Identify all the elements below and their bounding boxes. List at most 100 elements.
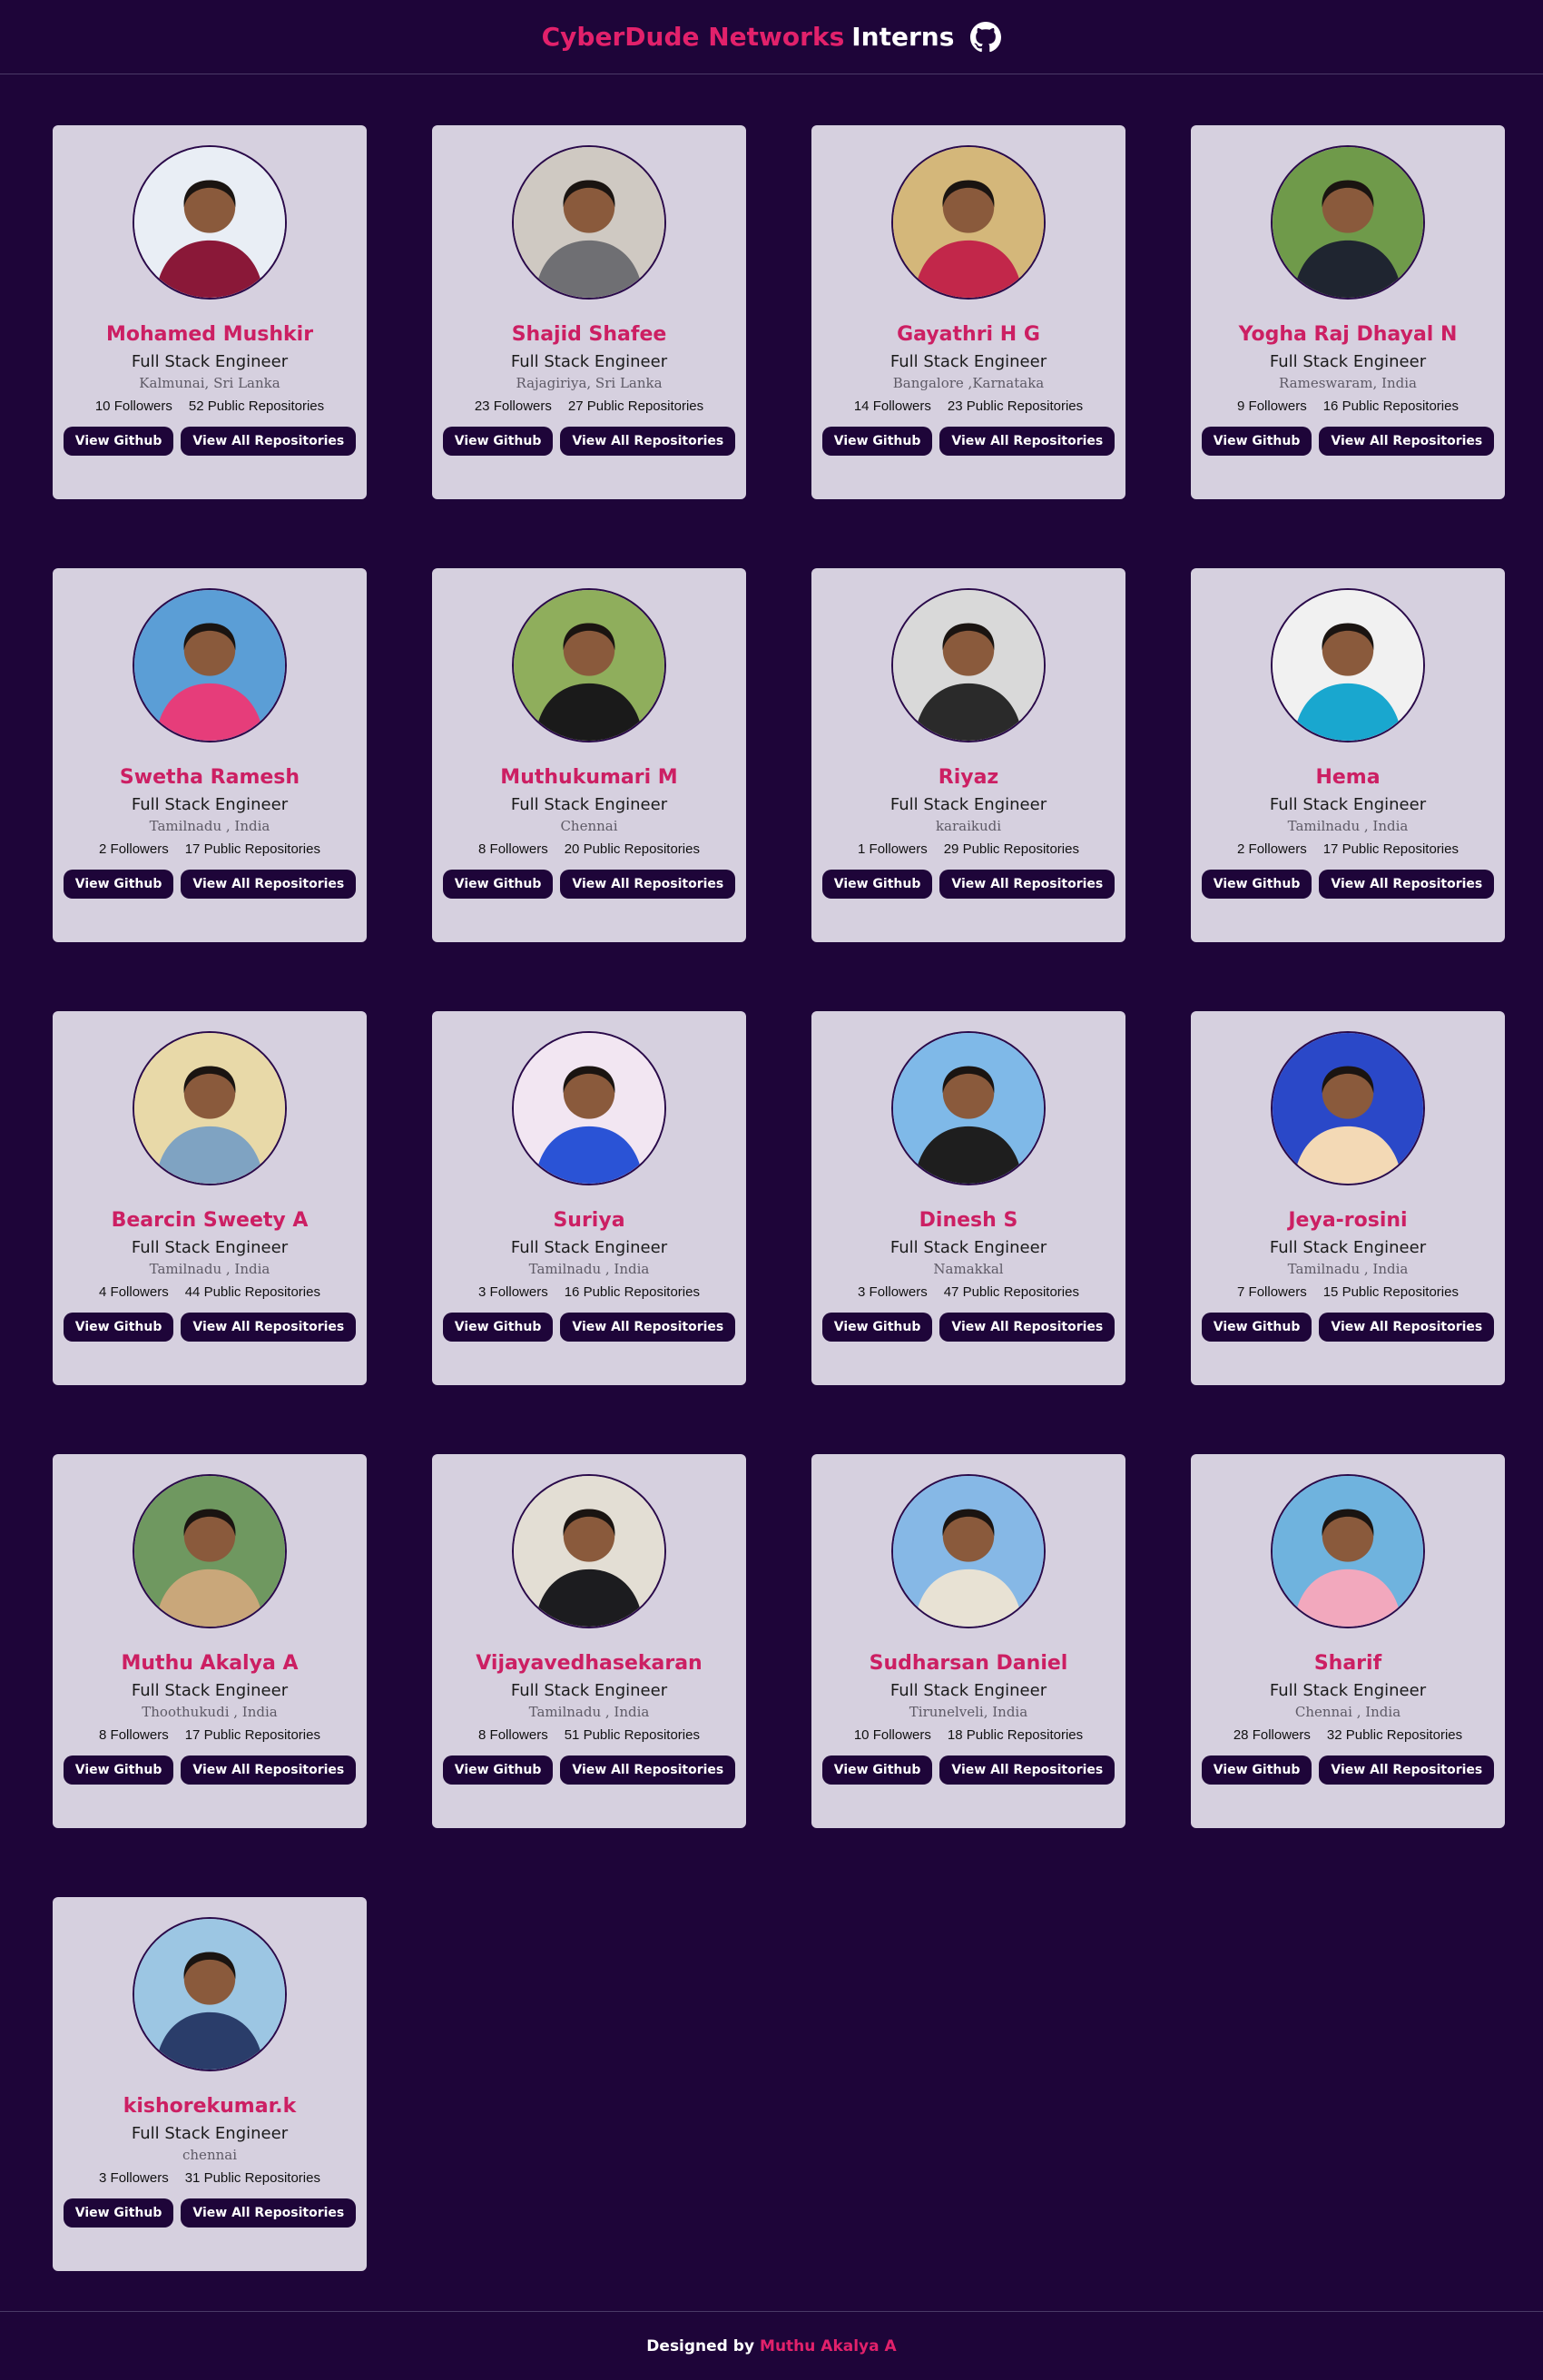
- public-repos-count: 32 Public Repositories: [1326, 1727, 1463, 1743]
- intern-location: Tamilnadu , India: [1287, 1261, 1409, 1277]
- view-all-repositories-button[interactable]: View All Repositories: [560, 427, 736, 456]
- view-github-button[interactable]: View Github: [442, 870, 554, 899]
- view-github-button[interactable]: View Github: [63, 1755, 174, 1785]
- intern-location: Tamilnadu , India: [149, 818, 270, 834]
- view-all-repositories-button[interactable]: View All Repositories: [560, 870, 736, 899]
- avatar-image: [514, 147, 664, 298]
- intern-card: Muthu Akalya A Full Stack Engineer Thoothu…: [53, 1454, 367, 1828]
- intern-stats: 8 Followers 17 Public Repositories: [99, 1726, 320, 1745]
- public-repos-count: 18 Public Repositories: [947, 1727, 1084, 1743]
- view-github-button[interactable]: View Github: [821, 1755, 933, 1785]
- card-actions: View Github View All Repositories: [442, 1313, 736, 1342]
- page-title-suffix: Interns: [851, 22, 955, 52]
- view-all-repositories-button[interactable]: View All Repositories: [181, 870, 357, 899]
- followers-count: 14 Followers: [853, 398, 931, 414]
- avatar: [512, 588, 666, 743]
- intern-name: Yogha Raj Dhayal N: [1238, 323, 1458, 346]
- intern-name: Dinesh S: [919, 1209, 1018, 1232]
- avatar-image: [1273, 1033, 1423, 1184]
- view-github-button[interactable]: View Github: [1201, 870, 1312, 899]
- view-all-repositories-button[interactable]: View All Repositories: [1319, 1755, 1495, 1785]
- view-github-button[interactable]: View Github: [1201, 427, 1312, 456]
- intern-card: kishorekumar.k Full Stack Engineer chennai…: [53, 1897, 367, 2271]
- view-all-repositories-button[interactable]: View All Repositories: [1319, 870, 1495, 899]
- avatar-image: [893, 1033, 1044, 1184]
- view-github-button[interactable]: View Github: [63, 870, 174, 899]
- card-actions: View Github View All Repositories: [1201, 427, 1495, 456]
- view-all-repositories-button[interactable]: View All Repositories: [560, 1755, 736, 1785]
- avatar-image: [134, 1919, 285, 2070]
- intern-stats: 8 Followers 20 Public Repositories: [478, 841, 700, 859]
- avatar-image: [514, 1033, 664, 1184]
- intern-location: Tirunelveli, India: [909, 1704, 1028, 1720]
- intern-location: Thoothukudi , India: [142, 1704, 278, 1720]
- view-all-repositories-button[interactable]: View All Repositories: [939, 427, 1115, 456]
- view-github-button[interactable]: View Github: [442, 427, 554, 456]
- view-github-button[interactable]: View Github: [442, 1755, 554, 1785]
- intern-stats: 7 Followers 15 Public Repositories: [1237, 1283, 1459, 1302]
- followers-count: 1 Followers: [858, 841, 928, 857]
- intern-location: Kalmunai, Sri Lanka: [139, 375, 280, 391]
- intern-location: Chennai: [560, 818, 618, 834]
- intern-role: Full Stack Engineer: [510, 352, 668, 371]
- view-github-button[interactable]: View Github: [63, 1313, 174, 1342]
- intern-grid: Mohamed Mushkir Full Stack Engineer Kalmun…: [53, 125, 1505, 2271]
- view-all-repositories-button[interactable]: View All Repositories: [1319, 427, 1495, 456]
- intern-role: Full Stack Engineer: [510, 1238, 668, 1257]
- card-actions: View Github View All Repositories: [63, 427, 357, 456]
- view-all-repositories-button[interactable]: View All Repositories: [939, 1313, 1115, 1342]
- intern-stats: 9 Followers 16 Public Repositories: [1237, 398, 1459, 416]
- view-all-repositories-button[interactable]: View All Repositories: [181, 1755, 357, 1785]
- site-footer: Designed by Muthu Akalya A: [0, 2311, 1543, 2380]
- public-repos-count: 17 Public Repositories: [1322, 841, 1459, 857]
- view-github-button[interactable]: View Github: [821, 870, 933, 899]
- intern-card: Shajid Shafee Full Stack Engineer Rajagiri…: [432, 125, 746, 499]
- brand-name: CyberDude Networks: [541, 22, 845, 52]
- view-all-repositories-button[interactable]: View All Repositories: [1319, 1313, 1495, 1342]
- card-actions: View Github View All Repositories: [1201, 870, 1495, 899]
- card-actions: View Github View All Repositories: [63, 1313, 357, 1342]
- view-github-button[interactable]: View Github: [1201, 1755, 1312, 1785]
- followers-count: 28 Followers: [1233, 1727, 1311, 1743]
- intern-card: Muthukumari M Full Stack Engineer Chennai 8…: [432, 568, 746, 942]
- intern-name: Vijayavedhasekaran: [476, 1652, 703, 1675]
- intern-name: Gayathri H G: [897, 323, 1040, 346]
- view-all-repositories-button[interactable]: View All Repositories: [939, 870, 1115, 899]
- avatar-image: [134, 1033, 285, 1184]
- view-github-button[interactable]: View Github: [442, 1313, 554, 1342]
- intern-role: Full Stack Engineer: [889, 1681, 1047, 1700]
- footer-author[interactable]: Muthu Akalya A: [760, 2337, 897, 2355]
- public-repos-count: 20 Public Repositories: [564, 841, 700, 857]
- intern-card: Dinesh S Full Stack Engineer Namakkal 3 Fol…: [811, 1011, 1125, 1385]
- intern-location: Rameswaram, India: [1279, 375, 1417, 391]
- public-repos-count: 17 Public Repositories: [184, 841, 320, 857]
- intern-card: Jeya-rosini Full Stack Engineer Tamilnadu …: [1191, 1011, 1505, 1385]
- github-icon[interactable]: [970, 21, 1002, 53]
- card-actions: View Github View All Repositories: [821, 1755, 1115, 1785]
- view-github-button[interactable]: View Github: [821, 427, 933, 456]
- intern-name: Muthukumari M: [500, 766, 678, 789]
- view-github-button[interactable]: View Github: [1201, 1313, 1312, 1342]
- view-github-button[interactable]: View Github: [63, 427, 174, 456]
- view-all-repositories-button[interactable]: View All Repositories: [181, 427, 357, 456]
- avatar-image: [893, 1476, 1044, 1627]
- followers-count: 3 Followers: [858, 1284, 928, 1300]
- view-github-button[interactable]: View Github: [821, 1313, 933, 1342]
- view-all-repositories-button[interactable]: View All Repositories: [181, 2198, 357, 2228]
- intern-stats: 1 Followers 29 Public Repositories: [858, 841, 1079, 859]
- intern-role: Full Stack Engineer: [1269, 1681, 1427, 1700]
- view-all-repositories-button[interactable]: View All Repositories: [181, 1313, 357, 1342]
- followers-count: 8 Followers: [478, 1727, 548, 1743]
- intern-name: Hema: [1315, 766, 1381, 789]
- card-actions: View Github View All Repositories: [1201, 1755, 1495, 1785]
- followers-count: 2 Followers: [1237, 841, 1307, 857]
- view-all-repositories-button[interactable]: View All Repositories: [939, 1755, 1115, 1785]
- card-actions: View Github View All Repositories: [1201, 1313, 1495, 1342]
- intern-stats: 23 Followers 27 Public Repositories: [475, 398, 703, 416]
- view-all-repositories-button[interactable]: View All Repositories: [560, 1313, 736, 1342]
- intern-role: Full Stack Engineer: [889, 352, 1047, 371]
- followers-count: 2 Followers: [99, 841, 169, 857]
- view-github-button[interactable]: View Github: [63, 2198, 174, 2228]
- intern-stats: 14 Followers 23 Public Repositories: [854, 398, 1083, 416]
- intern-name: Shajid Shafee: [511, 323, 667, 346]
